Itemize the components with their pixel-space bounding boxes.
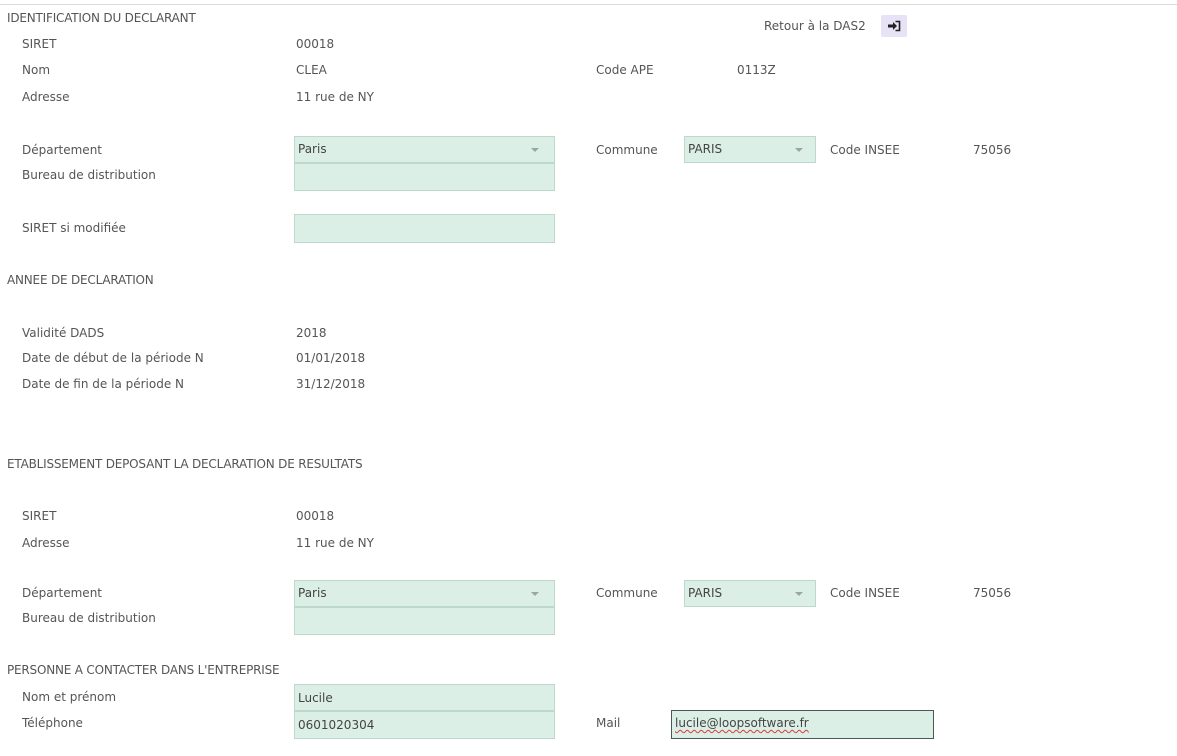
- chevron-down-icon: [795, 592, 803, 596]
- etab-commune-selected-value: PARIS: [688, 586, 723, 600]
- section-title-declarant: IDENTIFICATION DU DECLARANT: [7, 11, 196, 25]
- commune-label: Commune: [596, 143, 658, 157]
- code-ape-label: Code APE: [596, 63, 654, 77]
- section-title-etablissement: ETABLISSEMENT DEPOSANT LA DECLARATION DE…: [7, 457, 363, 471]
- date-debut-label: Date de début de la période N: [22, 351, 204, 365]
- etab-departement-label: Département: [22, 586, 102, 600]
- siret-value: 00018: [296, 37, 335, 51]
- etab-siret-label: SIRET: [22, 509, 57, 523]
- departement-label: Département: [22, 143, 102, 157]
- chevron-down-icon: [531, 592, 539, 596]
- etab-bureau-distribution-label: Bureau de distribution: [22, 611, 156, 625]
- section-title-annee: ANNEE DE DECLARATION: [7, 273, 154, 287]
- nom-label: Nom: [22, 63, 51, 77]
- date-debut-value: 01/01/2018: [296, 351, 366, 365]
- validite-dads-value: 2018: [296, 326, 327, 340]
- etab-code-insee-label: Code INSEE: [830, 586, 900, 600]
- etab-adresse-value: 11 rue de NY: [296, 536, 374, 550]
- date-fin-value: 31/12/2018: [296, 377, 366, 391]
- etab-code-insee-value: 75056: [973, 586, 1012, 600]
- etab-siret-value: 00018: [296, 509, 335, 523]
- code-insee-value: 75056: [973, 143, 1012, 157]
- commune-select[interactable]: PARIS: [684, 136, 816, 163]
- bureau-distribution-input[interactable]: [294, 163, 555, 191]
- code-insee-label: Code INSEE: [830, 143, 900, 157]
- mail-value: lucile@loopsoftware.fr: [675, 716, 809, 730]
- chevron-down-icon: [531, 148, 539, 152]
- adresse-value: 11 rue de NY: [296, 90, 374, 104]
- sign-in-arrow-icon: [881, 20, 907, 40]
- mail-label: Mail: [596, 716, 621, 730]
- nom-prenom-label: Nom et prénom: [22, 690, 117, 704]
- date-fin-label: Date de fin de la période N: [22, 377, 185, 391]
- departement-selected-value: Paris: [298, 142, 327, 156]
- nom-value: CLEA: [296, 63, 327, 77]
- etab-commune-select[interactable]: PARIS: [684, 580, 816, 607]
- telephone-label: Téléphone: [22, 716, 83, 730]
- adresse-label: Adresse: [22, 90, 70, 104]
- back-to-das2-label[interactable]: Retour à la DAS2: [764, 18, 866, 34]
- departement-select[interactable]: Paris: [294, 136, 555, 163]
- code-ape-value: 0113Z: [737, 63, 776, 77]
- chevron-down-icon: [795, 148, 803, 152]
- etab-commune-label: Commune: [596, 586, 658, 600]
- section-title-contact: PERSONNE A CONTACTER DANS L'ENTREPRISE: [7, 663, 280, 677]
- nom-prenom-input[interactable]: [294, 684, 555, 711]
- bureau-distribution-label: Bureau de distribution: [22, 168, 156, 182]
- etab-adresse-label: Adresse: [22, 536, 70, 550]
- commune-selected-value: PARIS: [688, 142, 723, 156]
- validite-dads-label: Validité DADS: [22, 326, 105, 340]
- top-divider: [0, 4, 1177, 5]
- telephone-input[interactable]: [294, 711, 555, 739]
- siret-label: SIRET: [22, 37, 57, 51]
- mail-input[interactable]: lucile@loopsoftware.fr: [671, 710, 934, 739]
- etab-departement-select[interactable]: Paris: [294, 580, 555, 607]
- etab-bureau-distribution-input[interactable]: [294, 607, 555, 635]
- siret-modifiee-label: SIRET si modifiée: [22, 221, 126, 235]
- etab-departement-selected-value: Paris: [298, 586, 327, 600]
- back-to-das2-button[interactable]: [881, 15, 907, 37]
- siret-modifiee-input[interactable]: [294, 214, 555, 243]
